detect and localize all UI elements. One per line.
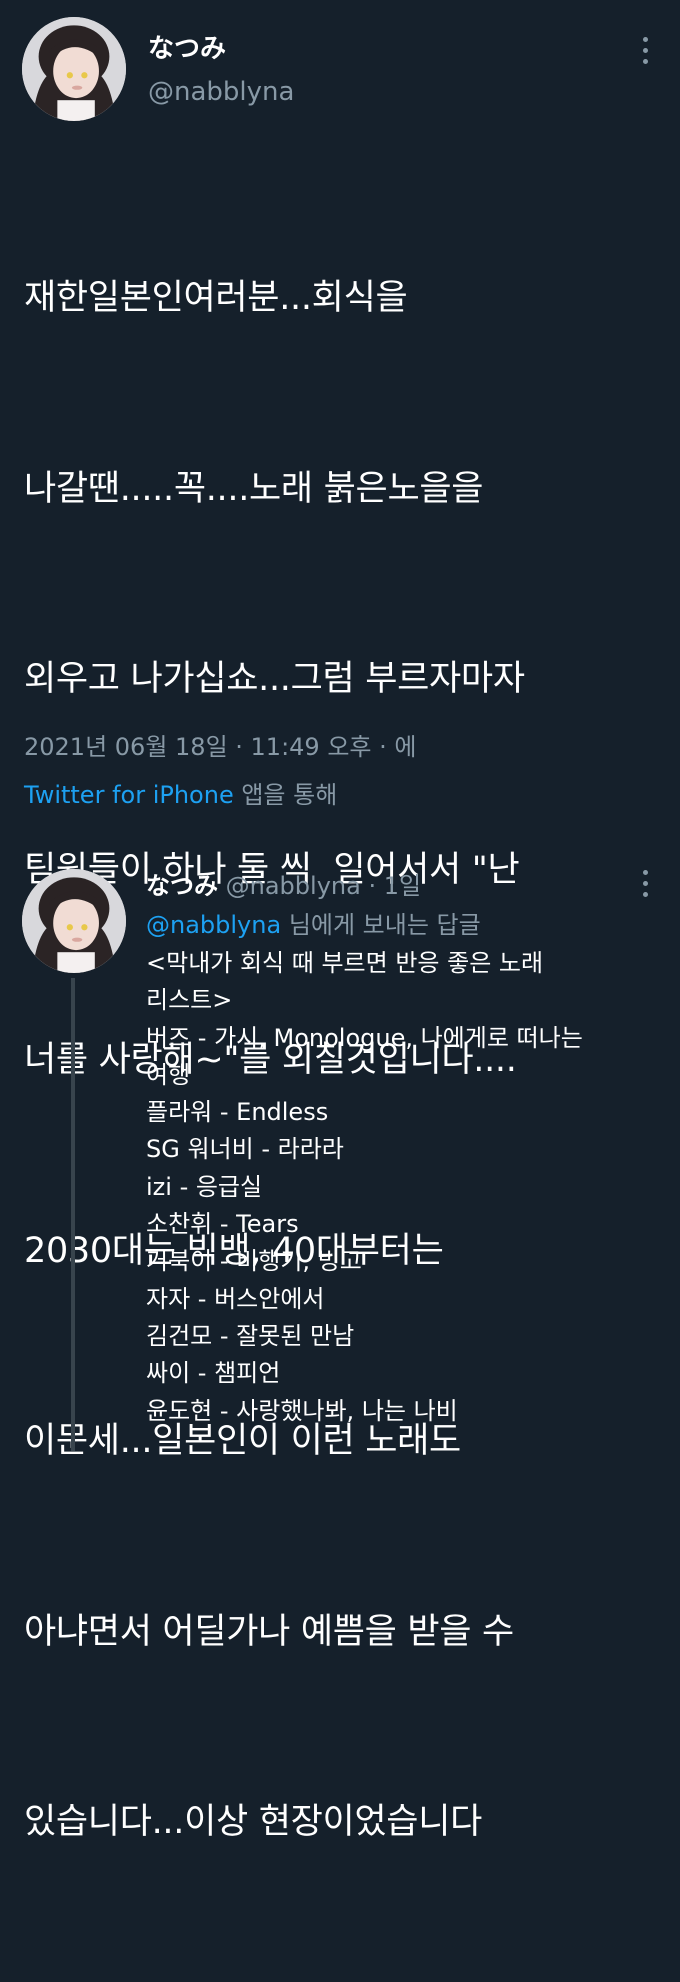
user-handle[interactable]: @nabblyna bbox=[226, 872, 361, 900]
reply-text-line: 여행 bbox=[146, 1060, 191, 1089]
reply-text-line: 싸이 - 챔피언 bbox=[146, 1359, 281, 1388]
tweet-text-line: 외우고 나가십쇼...그럼 부르자마자 bbox=[24, 659, 525, 699]
thread-line bbox=[71, 978, 75, 1451]
user-handle[interactable]: @nabblyna bbox=[148, 77, 294, 107]
reply-time[interactable]: 1일 bbox=[384, 872, 421, 900]
reply-text-line: 소찬휘 - Tears bbox=[146, 1210, 299, 1239]
tweet-source: Twitter for iPhone 앱을 통해 bbox=[24, 775, 337, 810]
tweet-text-line: 재한일본인여러분...회식을 bbox=[24, 278, 408, 318]
more-vertical-icon[interactable] bbox=[638, 870, 652, 897]
reply-text-line: 김건모 - 잘못된 만남 bbox=[146, 1321, 355, 1350]
reply-text-line: 윤도현 - 사랑했나봐, 나는 나비 bbox=[146, 1396, 458, 1425]
mention-link[interactable]: @nabblyna bbox=[146, 911, 281, 939]
replying-suffix: 님에게 보내는 답글 bbox=[281, 911, 481, 939]
reply-text-line: 버즈 - 가시, Monologue, 나에게로 떠나는 bbox=[146, 1023, 583, 1052]
main-tweet: なつみ @nabblyna 재한일본인여러분...회식을 나갈땐.....꼭..… bbox=[0, 0, 680, 1842]
reply-text-line: 리스트> bbox=[146, 986, 233, 1015]
tweet-timestamp[interactable]: 2021년 06월 18일 · 11:49 오후 · 에 bbox=[24, 727, 416, 762]
reply-text-line: izi - 응급실 bbox=[146, 1172, 263, 1201]
reply-text-line: 자자 - 버스안에서 bbox=[146, 1284, 325, 1313]
reply-header: なつみ @nabblyna · 1일 bbox=[146, 866, 421, 901]
replying-to: @nabblyna 님에게 보내는 답글 bbox=[146, 905, 481, 940]
avatar-photo bbox=[22, 869, 126, 973]
reply-text-line: <막내가 회식 때 부르면 반응 좋은 노래 bbox=[146, 949, 544, 977]
reply-text-line: 플라워 - Endless bbox=[146, 1098, 329, 1127]
display-name[interactable]: なつみ bbox=[146, 872, 218, 900]
reply-text: <막내가 회식 때 부르면 반응 좋은 노래 리스트> 버즈 - 가시, Mon… bbox=[146, 945, 646, 1430]
tweet-text-line: 있습니다...이상 현장이었습니다 bbox=[24, 1802, 483, 1842]
reply-text-line: SG 워너비 - 라라라 bbox=[146, 1135, 344, 1164]
separator: · bbox=[360, 872, 384, 900]
reply-text-line: 거북이 - 비행기, 빙고 bbox=[146, 1247, 362, 1276]
tweet-text-line: 아냐면서 어딜가나 예쁨을 받을 수 bbox=[24, 1611, 514, 1652]
avatar-photo bbox=[22, 17, 126, 121]
more-vertical-icon[interactable] bbox=[638, 37, 652, 64]
source-app-link[interactable]: Twitter for iPhone bbox=[24, 781, 234, 809]
source-suffix: 앱을 통해 bbox=[233, 781, 338, 809]
avatar[interactable] bbox=[22, 17, 126, 121]
display-name[interactable]: なつみ bbox=[148, 28, 226, 65]
avatar[interactable] bbox=[22, 869, 126, 973]
tweet-text-line: 나갈땐.....꼭....노래 붉은노을을 bbox=[24, 468, 484, 509]
